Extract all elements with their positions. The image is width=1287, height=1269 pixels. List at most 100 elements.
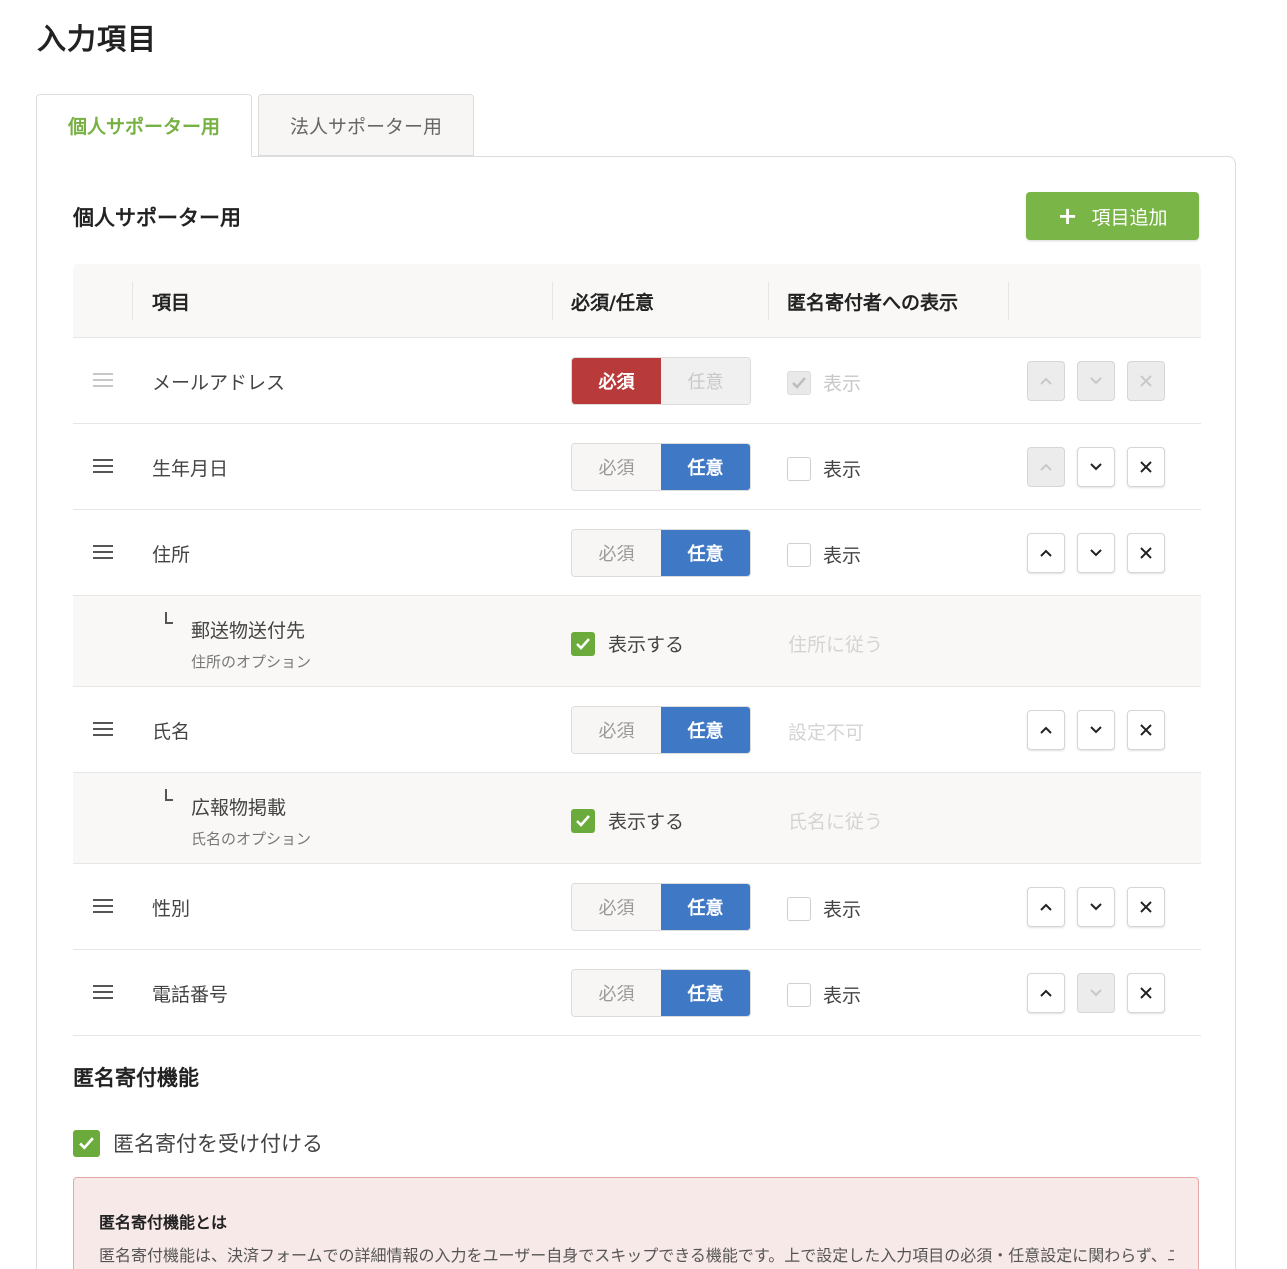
show-checkbox-field[interactable]: 表示 <box>787 981 861 1008</box>
chevron-down-icon <box>1090 549 1102 557</box>
move-down-button <box>1077 361 1115 401</box>
add-item-button[interactable]: + 項目追加 <box>1026 192 1199 240</box>
table-row: メールアドレス 必須 任意 表示 <box>73 338 1201 424</box>
move-up-button <box>1027 361 1065 401</box>
show-label: 表示 <box>823 459 862 481</box>
sub-item-note: 氏名のオプション <box>191 830 312 848</box>
checkbox-checked-icon[interactable] <box>571 631 595 656</box>
follow-text: 氏名に従う <box>788 811 884 833</box>
move-down-button[interactable] <box>1077 710 1115 750</box>
chevron-down-icon <box>1090 903 1102 911</box>
sub-item-corner-icon <box>165 612 173 624</box>
move-up-button <box>1027 447 1065 487</box>
anonymous-info-box: 匿名寄付機能とは 匿名寄付機能は、決済フォームでの詳細情報の入力をユーザー自身で… <box>73 1177 1199 1269</box>
chevron-up-icon <box>1040 989 1052 997</box>
sub-item-checkbox-label: 表示する <box>608 634 685 656</box>
chevron-up-icon <box>1040 903 1052 911</box>
drag-handle-icon[interactable] <box>93 722 113 736</box>
chevron-down-icon <box>1090 726 1102 734</box>
move-down-button[interactable] <box>1077 887 1115 927</box>
follow-text: 住所に従う <box>788 634 884 656</box>
drag-handle-icon[interactable] <box>93 899 113 913</box>
show-checkbox <box>787 370 811 395</box>
show-checkbox[interactable] <box>787 542 811 567</box>
delete-button[interactable] <box>1127 973 1165 1013</box>
optional-option[interactable]: 任意 <box>661 530 750 576</box>
delete-button[interactable] <box>1127 533 1165 573</box>
required-option[interactable]: 必須 <box>572 530 661 576</box>
required-option[interactable]: 必須 <box>572 707 661 753</box>
move-up-button[interactable] <box>1027 533 1065 573</box>
header-required: 必須/任意 <box>571 291 654 314</box>
delete-button[interactable] <box>1127 447 1165 487</box>
optional-option: 任意 <box>661 358 750 404</box>
show-checkbox-field: 表示 <box>787 369 861 396</box>
accept-anonymous-checkbox-field[interactable]: 匿名寄付を受け付ける <box>73 1128 323 1158</box>
sub-item-corner-icon <box>165 789 173 801</box>
show-checkbox-field[interactable]: 表示 <box>787 455 861 482</box>
close-icon <box>1140 724 1152 736</box>
table-row: 生年月日 必須 任意 表示 <box>73 424 1201 510</box>
table-row: 性別 必須 任意 表示 <box>73 864 1201 950</box>
close-icon <box>1140 375 1152 387</box>
items-table: 項目 必須/任意 匿名寄付者への表示 メールアドレス 必須 任意 表示 生年月日 <box>73 264 1201 1036</box>
required-toggle: 必須 任意 <box>571 883 751 931</box>
checkbox-checked-icon[interactable] <box>73 1129 100 1157</box>
item-label: メールアドレス <box>152 372 286 394</box>
show-checkbox-field[interactable]: 表示 <box>787 541 861 568</box>
drag-handle-icon[interactable] <box>93 545 113 559</box>
chevron-down-icon <box>1090 463 1102 471</box>
tab-corporate-supporter[interactable]: 法人サポーター用 <box>258 94 474 156</box>
move-down-button[interactable] <box>1077 447 1115 487</box>
chevron-down-icon <box>1090 989 1102 997</box>
table-sub-row: 広報物掲載 氏名のオプション 表示する 氏名に従う <box>73 773 1201 864</box>
move-up-button[interactable] <box>1027 887 1065 927</box>
required-option[interactable]: 必須 <box>572 970 661 1016</box>
chevron-up-icon <box>1040 726 1052 734</box>
item-label: 氏名 <box>152 721 191 743</box>
not-configurable-text: 設定不可 <box>788 722 865 744</box>
optional-option[interactable]: 任意 <box>661 884 750 930</box>
required-option[interactable]: 必須 <box>572 358 661 404</box>
tab-individual-supporter[interactable]: 個人サポーター用 <box>36 94 252 157</box>
accept-anonymous-label: 匿名寄付を受け付ける <box>113 1132 323 1156</box>
optional-option[interactable]: 任意 <box>661 707 750 753</box>
show-checkbox[interactable] <box>787 896 811 921</box>
table-header: 項目 必須/任意 匿名寄付者への表示 <box>73 264 1201 338</box>
header-anonymous: 匿名寄付者への表示 <box>787 291 959 314</box>
close-icon <box>1140 547 1152 559</box>
table-row: 住所 必須 任意 表示 <box>73 510 1201 596</box>
sub-item-checkbox-field[interactable]: 表示する <box>571 630 684 657</box>
delete-button[interactable] <box>1127 887 1165 927</box>
item-label: 住所 <box>152 544 191 566</box>
chevron-up-icon <box>1040 549 1052 557</box>
show-checkbox[interactable] <box>787 982 811 1007</box>
optional-option[interactable]: 任意 <box>661 970 750 1016</box>
checkbox-checked-icon[interactable] <box>571 808 595 833</box>
drag-handle-icon <box>93 373 113 387</box>
delete-button[interactable] <box>1127 710 1165 750</box>
required-toggle: 必須 任意 <box>571 529 751 577</box>
sub-item-checkbox-field[interactable]: 表示する <box>571 807 684 834</box>
table-row: 氏名 必須 任意 設定不可 <box>73 687 1201 773</box>
show-checkbox-field[interactable]: 表示 <box>787 895 861 922</box>
page-title: 入力項目 <box>37 22 158 56</box>
move-up-button[interactable] <box>1027 710 1065 750</box>
sub-item-checkbox-label: 表示する <box>608 811 685 833</box>
table-row: 電話番号 必須 任意 表示 <box>73 950 1201 1036</box>
move-down-button <box>1077 973 1115 1013</box>
show-checkbox[interactable] <box>787 456 811 481</box>
show-label: 表示 <box>823 545 862 567</box>
optional-option[interactable]: 任意 <box>661 444 750 490</box>
drag-handle-icon[interactable] <box>93 985 113 999</box>
chevron-up-icon <box>1040 377 1052 385</box>
required-toggle: 必須 任意 <box>571 357 751 405</box>
required-option[interactable]: 必須 <box>572 444 661 490</box>
sub-item-note: 住所のオプション <box>191 653 312 671</box>
header-item: 項目 <box>152 291 191 314</box>
move-down-button[interactable] <box>1077 533 1115 573</box>
required-option[interactable]: 必須 <box>572 884 661 930</box>
drag-handle-icon[interactable] <box>93 459 113 473</box>
move-up-button[interactable] <box>1027 973 1065 1013</box>
anonymous-section-title: 匿名寄付機能 <box>73 1066 199 1090</box>
